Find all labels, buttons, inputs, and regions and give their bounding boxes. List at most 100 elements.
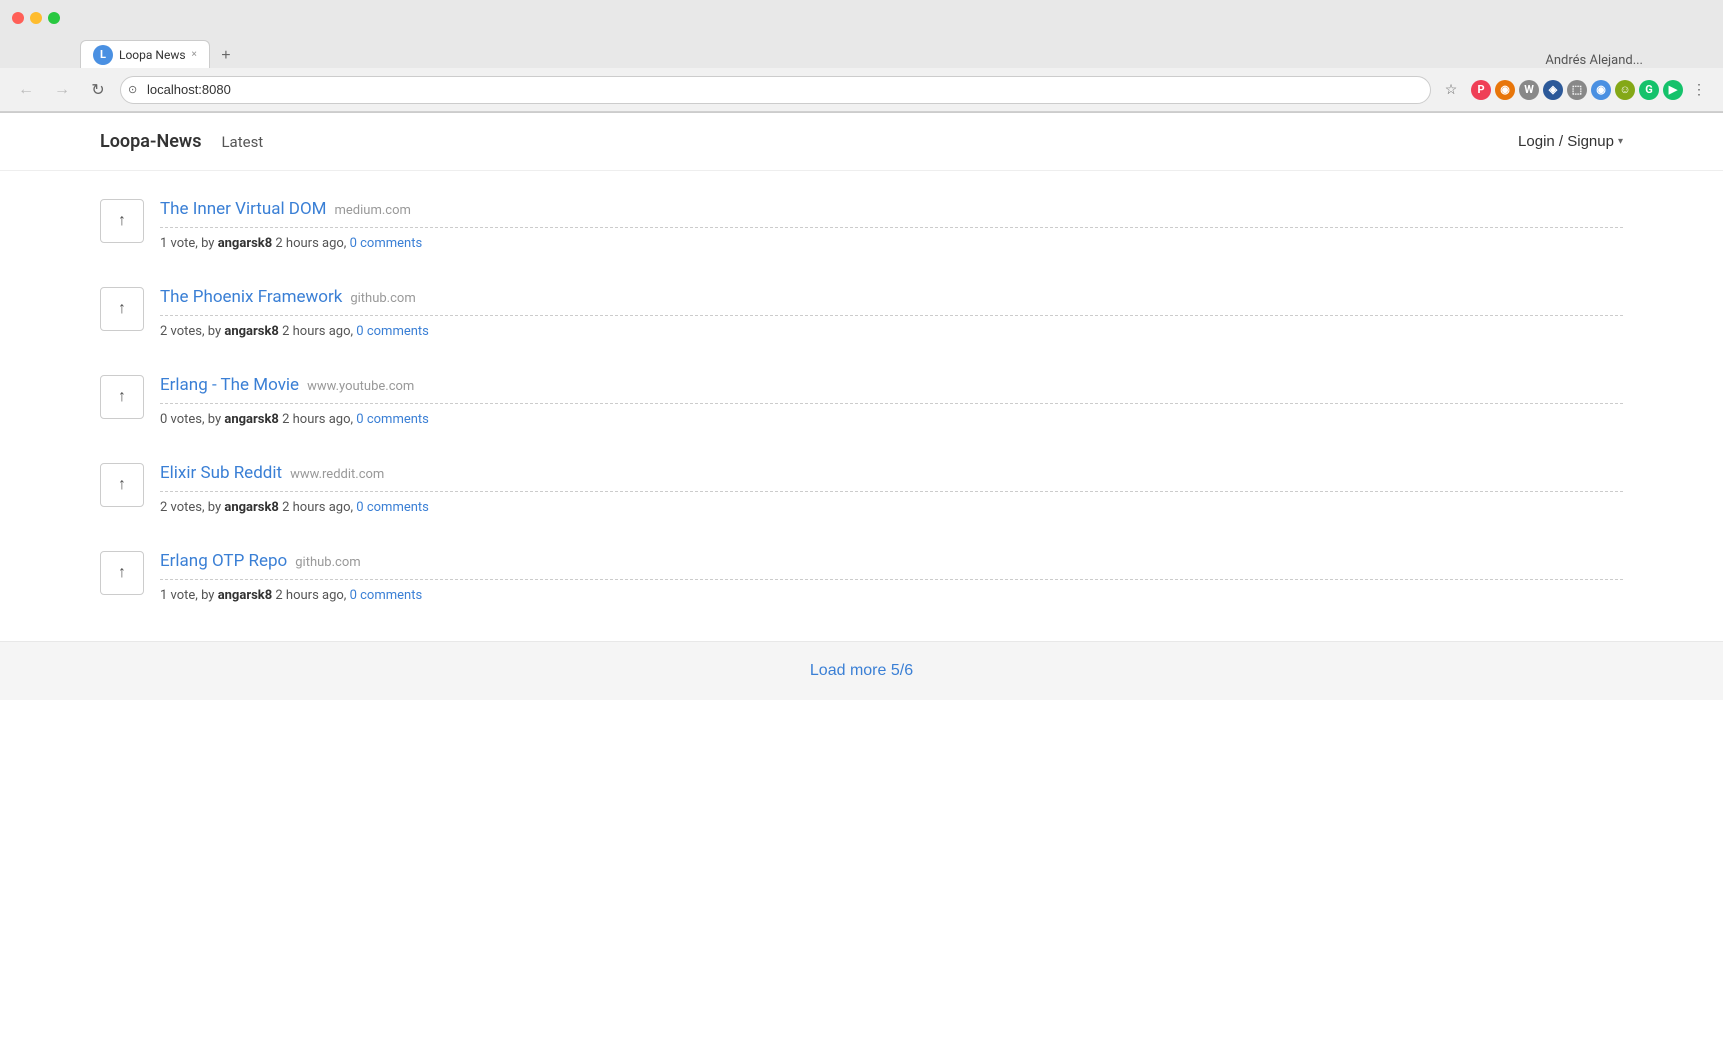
news-content: The Phoenix Framework github.com 2 votes… (160, 287, 1623, 339)
upvote-button[interactable]: ↑ (100, 375, 144, 419)
forward-button[interactable]: → (48, 76, 76, 104)
divider (160, 491, 1623, 492)
list-item: ↑ The Phoenix Framework github.com 2 vot… (100, 269, 1623, 357)
new-tab-button[interactable]: + (214, 44, 238, 68)
comments-link[interactable]: 0 comments (350, 588, 423, 603)
comments-link[interactable]: 0 comments (356, 324, 429, 339)
upvote-icon: ↑ (118, 564, 126, 582)
emoji-extension-icon[interactable]: ☺ (1615, 80, 1635, 100)
window-maximize-button[interactable] (48, 12, 60, 24)
news-domain: github.com (350, 291, 415, 306)
upvote-button[interactable]: ↑ (100, 551, 144, 595)
profile-name: Andrés Alejand... (1545, 53, 1643, 68)
votes-text: 1 vote, by angarsk8 2 hours ago, (160, 588, 346, 603)
votes-text: 0 votes, by angarsk8 2 hours ago, (160, 412, 353, 427)
news-title-link[interactable]: Erlang OTP Repo (160, 551, 287, 571)
dropdown-arrow-icon: ▾ (1618, 136, 1623, 147)
tab-favicon: L (93, 45, 113, 65)
load-more-section: Load more 5/6 (0, 641, 1723, 700)
divider (160, 227, 1623, 228)
list-item: ↑ Erlang OTP Repo github.com 1 vote, by … (100, 533, 1623, 621)
divider (160, 403, 1623, 404)
login-signup-label: Login / Signup (1518, 133, 1614, 150)
votes-text: 1 vote, by angarsk8 2 hours ago, (160, 236, 346, 251)
window-controls (12, 12, 60, 24)
extension-icon-6[interactable]: ◉ (1591, 80, 1611, 100)
tab-bar: L Loopa News × + Andrés Alejand... (0, 36, 1723, 68)
address-bar-input[interactable] (120, 76, 1431, 104)
news-domain: www.youtube.com (307, 379, 414, 394)
divider (160, 315, 1623, 316)
author-name: angarsk8 (224, 324, 278, 339)
list-item: ↑ Elixir Sub Reddit www.reddit.com 2 vot… (100, 445, 1623, 533)
votes-text: 2 votes, by angarsk8 2 hours ago, (160, 324, 353, 339)
upvote-button[interactable]: ↑ (100, 199, 144, 243)
load-more-button[interactable]: Load more 5/6 (810, 662, 913, 680)
news-domain: medium.com (335, 203, 411, 218)
author-name: angarsk8 (224, 412, 278, 427)
news-meta: 2 votes, by angarsk8 2 hours ago, 0 comm… (160, 500, 1623, 515)
tab-title: Loopa News (119, 48, 186, 62)
news-meta: 2 votes, by angarsk8 2 hours ago, 0 comm… (160, 324, 1623, 339)
extension-icons: P ◉ W ◈ ⬚ ◉ ☺ G ▶ ⋮ (1471, 78, 1711, 102)
pocket-extension-icon[interactable]: P (1471, 80, 1491, 100)
header-right: Login / Signup ▾ (1518, 133, 1623, 150)
upvote-icon: ↑ (118, 300, 126, 318)
grammarly-extension-icon[interactable]: G (1639, 80, 1659, 100)
upvote-icon: ↑ (118, 476, 126, 494)
upvote-button[interactable]: ↑ (100, 287, 144, 331)
news-title-row: Erlang OTP Repo github.com (160, 551, 1623, 571)
forward-icon: → (54, 81, 70, 99)
back-icon: ← (18, 81, 34, 99)
browser-titlebar (0, 0, 1723, 36)
news-content: Erlang - The Movie www.youtube.com 0 vot… (160, 375, 1623, 427)
news-title-link[interactable]: Erlang - The Movie (160, 375, 299, 395)
window-close-button[interactable] (12, 12, 24, 24)
news-content: The Inner Virtual DOM medium.com 1 vote,… (160, 199, 1623, 251)
upvote-icon: ↑ (118, 212, 126, 230)
news-domain: github.com (295, 555, 360, 570)
app-content: Loopa-News Latest Login / Signup ▾ ↑ The… (0, 113, 1723, 1059)
nav-latest-link[interactable]: Latest (221, 133, 263, 151)
address-bar-container: ⊙ (120, 76, 1431, 104)
header-left: Loopa-News Latest (100, 131, 263, 152)
extension-icon-4[interactable]: ◈ (1543, 80, 1563, 100)
news-title-row: Erlang - The Movie www.youtube.com (160, 375, 1623, 395)
comments-link[interactable]: 0 comments (356, 412, 429, 427)
extension-icon-5[interactable]: ⬚ (1567, 80, 1587, 100)
news-domain: www.reddit.com (290, 467, 384, 482)
extension-icon-2[interactable]: ◉ (1495, 80, 1515, 100)
tab-close-button[interactable]: × (192, 49, 197, 60)
comments-link[interactable]: 0 comments (350, 236, 423, 251)
back-button[interactable]: ← (12, 76, 40, 104)
lock-icon: ⊙ (128, 83, 137, 96)
app-header: Loopa-News Latest Login / Signup ▾ (0, 113, 1723, 171)
news-title-row: The Inner Virtual DOM medium.com (160, 199, 1623, 219)
news-title-link[interactable]: The Phoenix Framework (160, 287, 342, 307)
window-minimize-button[interactable] (30, 12, 42, 24)
news-title-link[interactable]: The Inner Virtual DOM (160, 199, 327, 219)
news-content: Erlang OTP Repo github.com 1 vote, by an… (160, 551, 1623, 603)
author-name: angarsk8 (218, 236, 272, 251)
divider (160, 579, 1623, 580)
refresh-button[interactable]: ↻ (84, 76, 112, 104)
upvote-button[interactable]: ↑ (100, 463, 144, 507)
news-title-link[interactable]: Elixir Sub Reddit (160, 463, 282, 483)
extension-icon-7[interactable]: ▶ (1663, 80, 1683, 100)
bookmark-button[interactable]: ☆ (1439, 78, 1463, 102)
list-item: ↑ The Inner Virtual DOM medium.com 1 vot… (100, 181, 1623, 269)
news-meta: 0 votes, by angarsk8 2 hours ago, 0 comm… (160, 412, 1623, 427)
active-tab[interactable]: L Loopa News × (80, 40, 210, 68)
news-list: ↑ The Inner Virtual DOM medium.com 1 vot… (0, 171, 1723, 641)
login-signup-button[interactable]: Login / Signup ▾ (1518, 133, 1623, 150)
news-meta: 1 vote, by angarsk8 2 hours ago, 0 comme… (160, 588, 1623, 603)
browser-chrome: L Loopa News × + Andrés Alejand... ← → ↻… (0, 0, 1723, 113)
upvote-icon: ↑ (118, 388, 126, 406)
author-name: angarsk8 (224, 500, 278, 515)
more-options-button[interactable]: ⋮ (1687, 78, 1711, 102)
extension-icon-3[interactable]: W (1519, 80, 1539, 100)
bookmark-icon: ☆ (1445, 81, 1458, 98)
browser-toolbar: ← → ↻ ⊙ ☆ P ◉ W ◈ ⬚ ◉ ☺ G ▶ ⋮ (0, 68, 1723, 112)
comments-link[interactable]: 0 comments (356, 500, 429, 515)
author-name: angarsk8 (218, 588, 272, 603)
